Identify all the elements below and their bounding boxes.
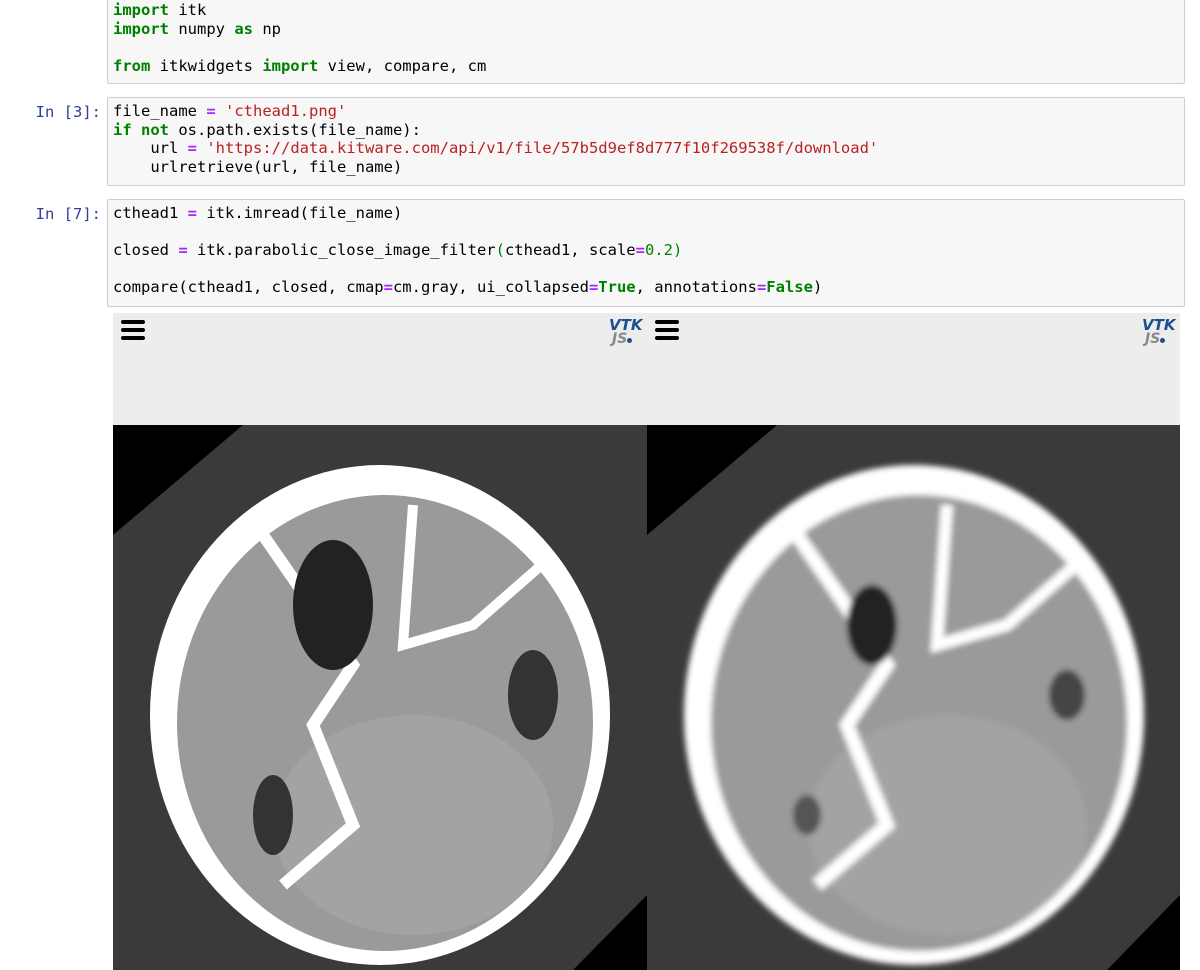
code-token: ( xyxy=(495,241,505,260)
viewer-toolbar: VTK JS xyxy=(647,313,1180,425)
code-token: url xyxy=(113,139,188,158)
code-line: urlretrieve(url, file_name) xyxy=(113,158,1179,177)
code-token: = xyxy=(187,139,197,158)
code-line: if not os.path.exists(file_name): xyxy=(113,121,1179,140)
code-token: , annotations xyxy=(635,278,757,297)
cell-prompt: In [3]: xyxy=(35,103,101,121)
code-editor[interactable]: file_name = 'cthead1.png' if not os.path.… xyxy=(113,102,1179,176)
code-input[interactable]: cthead1 = itk.imread(file_name)closed = … xyxy=(107,199,1185,307)
code-token: 'cthead1.png' xyxy=(225,102,347,120)
code-token: cthead1, scale xyxy=(504,241,636,260)
code-token: import xyxy=(113,1,169,19)
viewer-original: VTK JS xyxy=(113,313,647,970)
cell-prompt: In [7]: xyxy=(35,205,101,223)
code-input[interactable]: import itk import numpy as np from itkwidg… xyxy=(107,0,1185,84)
code-token: = xyxy=(756,278,767,297)
vtk-js-logo: VTK JS xyxy=(609,316,643,347)
code-token: import xyxy=(113,19,169,38)
viewer-toolbar: VTK JS xyxy=(113,313,647,425)
compare-widget-output: VTK JS VTK JS xyxy=(113,313,1180,970)
code-token: itk.imread(file_name) xyxy=(197,204,403,222)
code-token: itk.parabolic_close_image_filter xyxy=(187,241,496,260)
code-token: = xyxy=(383,278,393,297)
code-line: url = 'https://data.kitware.com/api/v1/f… xyxy=(113,139,1179,158)
code-token: from xyxy=(113,56,151,75)
code-line: file_name = 'cthead1.png' xyxy=(113,102,1179,121)
code-token: numpy xyxy=(169,19,235,38)
code-token: as xyxy=(234,19,253,38)
code-editor[interactable]: import itk import numpy as np from itkwidg… xyxy=(113,0,1179,75)
code-line: import itk xyxy=(113,1,1179,20)
code-token: 0.2 xyxy=(644,241,673,260)
code-token: 'https://data.kitware.com/api/v1/file/57… xyxy=(206,139,879,158)
code-token: compare(cthead1, closed, cmap xyxy=(113,278,384,297)
code-token: ) xyxy=(672,241,683,260)
code-editor[interactable]: cthead1 = itk.imread(file_name)closed = … xyxy=(113,204,1179,297)
code-token: closed xyxy=(113,241,179,260)
code-token: ) xyxy=(812,278,823,297)
code-token: file_name xyxy=(113,102,207,120)
code-line: closed = itk.parabolic_close_image_filte… xyxy=(113,241,1179,260)
code-token: = xyxy=(635,241,645,260)
code-token: if xyxy=(113,120,132,139)
hamburger-menu-icon[interactable] xyxy=(121,320,145,340)
hamburger-menu-icon[interactable] xyxy=(655,320,679,340)
viewer-closed: VTK JS xyxy=(647,313,1180,970)
code-line: compare(cthead1, closed, cmap=cm.gray, u… xyxy=(113,278,1179,297)
code-token: = xyxy=(588,278,599,297)
code-token: view, compare, cm xyxy=(318,56,487,75)
code-token: import xyxy=(262,56,319,75)
code-line: from itkwidgets import view, compare, cm xyxy=(113,57,1179,76)
code-token: False xyxy=(766,278,813,297)
code-token: = xyxy=(178,241,188,260)
code-token: itk xyxy=(169,1,207,19)
ct-head-closed-image xyxy=(647,425,1180,970)
ct-head-image xyxy=(113,425,647,970)
image-canvas-original[interactable] xyxy=(113,425,647,970)
code-token: np xyxy=(253,19,281,38)
code-token: os.path.exists(file_name): xyxy=(169,120,421,139)
code-token: not xyxy=(141,120,170,139)
code-token: cm.gray, ui_collapsed xyxy=(392,278,589,297)
code-token: itkwidgets xyxy=(150,56,263,75)
code-token: urlretrieve(url, file_name) xyxy=(113,157,403,176)
code-line: import numpy as np xyxy=(113,20,1179,39)
code-token: cthead1 xyxy=(113,204,188,222)
code-line: cthead1 = itk.imread(file_name) xyxy=(113,204,1179,223)
image-canvas-closed[interactable] xyxy=(647,425,1180,970)
code-input[interactable]: file_name = 'cthead1.png' if not os.path.… xyxy=(107,97,1185,186)
vtk-js-logo: VTK JS xyxy=(1142,316,1176,347)
code-token: = xyxy=(187,204,197,222)
code-token: True xyxy=(598,278,636,297)
code-token: = xyxy=(206,102,216,120)
